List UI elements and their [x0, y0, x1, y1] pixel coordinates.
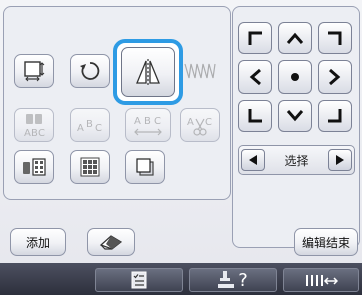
embroidery-order-icon: [23, 158, 46, 176]
multi-color-button[interactable]: [70, 150, 110, 184]
rotate-icon: [80, 62, 100, 80]
triangle-right-icon: [335, 155, 344, 165]
center-dot-icon: [291, 73, 299, 81]
svg-text:B: B: [86, 119, 93, 130]
select-next-button[interactable]: [327, 149, 352, 171]
delete-button[interactable]: [87, 228, 135, 256]
machine-help-icon: [218, 271, 235, 288]
select-bar: 选择: [238, 145, 355, 175]
embroidery-order-button[interactable]: [14, 150, 54, 184]
rotate-button[interactable]: [70, 54, 110, 88]
move-down-right-button[interactable]: [318, 100, 352, 132]
array-icon: A B C: [24, 114, 45, 138]
move-up-button[interactable]: [278, 22, 312, 54]
border-button[interactable]: [125, 150, 165, 184]
array-button[interactable]: A B C: [14, 108, 54, 142]
checklist-icon: [131, 271, 147, 289]
svg-text:B: B: [31, 128, 38, 138]
curve-text-icon: A B C: [77, 119, 102, 134]
character-edit-button[interactable]: A C: [180, 108, 220, 142]
svg-text:C: C: [95, 123, 102, 134]
move-down-button[interactable]: [278, 100, 312, 132]
mirror-icon: [136, 59, 160, 85]
move-down-left-button[interactable]: [238, 100, 272, 132]
eraser-icon: [99, 235, 123, 250]
svg-text:B: B: [144, 116, 151, 127]
move-up-right-button[interactable]: [318, 22, 352, 54]
character-edit-icon: A C: [187, 117, 212, 136]
move-right-button[interactable]: [318, 60, 352, 94]
move-left-button[interactable]: [238, 60, 272, 94]
border-icon: [136, 158, 154, 176]
end-edit-button[interactable]: 编辑结束: [294, 228, 358, 256]
move-up-left-button[interactable]: [238, 22, 272, 54]
spacing-icon: A B C: [134, 116, 162, 136]
arrow-down-right-icon: [328, 109, 342, 123]
svg-text:C: C: [154, 116, 161, 127]
density-button[interactable]: [180, 54, 220, 88]
resize-icon: [24, 61, 45, 82]
triangle-left-icon: [249, 155, 257, 165]
select-previous-button[interactable]: [241, 149, 265, 171]
help-icon: ?: [238, 269, 248, 291]
svg-text:C: C: [38, 128, 45, 138]
add-button[interactable]: 添加: [10, 228, 66, 256]
arrow-up-left-icon: [248, 31, 262, 45]
end-edit-button-label: 编辑结束: [301, 235, 350, 250]
arrow-down-icon: [286, 110, 304, 122]
svg-text:A: A: [24, 128, 31, 138]
svg-text:C: C: [205, 117, 212, 128]
thread-tension-icon: [306, 275, 338, 286]
svg-text:A: A: [187, 117, 194, 128]
arrow-left-icon: [249, 68, 261, 86]
checklist-button[interactable]: [95, 268, 183, 292]
center-button[interactable]: [278, 60, 312, 94]
spacing-button[interactable]: A B C: [125, 108, 171, 142]
density-icon: [184, 63, 216, 79]
help-button[interactable]: ?: [189, 268, 277, 292]
arrow-right-icon: [329, 68, 341, 86]
select-label: 选择: [284, 153, 309, 168]
svg-text:A: A: [134, 116, 141, 127]
thread-tension-button[interactable]: [283, 268, 359, 292]
arrow-up-icon: [286, 32, 304, 44]
mirror-button[interactable]: [121, 47, 175, 97]
multi-color-icon: [80, 157, 100, 177]
resize-button[interactable]: [14, 54, 54, 88]
curve-text-button[interactable]: A B C: [70, 108, 110, 142]
screen: A B C A B C A B C A C 选择 添加 编辑结束: [0, 0, 362, 263]
arrow-up-right-icon: [328, 31, 342, 45]
arrow-down-left-icon: [248, 109, 262, 123]
svg-text:A: A: [77, 123, 84, 134]
add-button-label: 添加: [25, 235, 50, 250]
